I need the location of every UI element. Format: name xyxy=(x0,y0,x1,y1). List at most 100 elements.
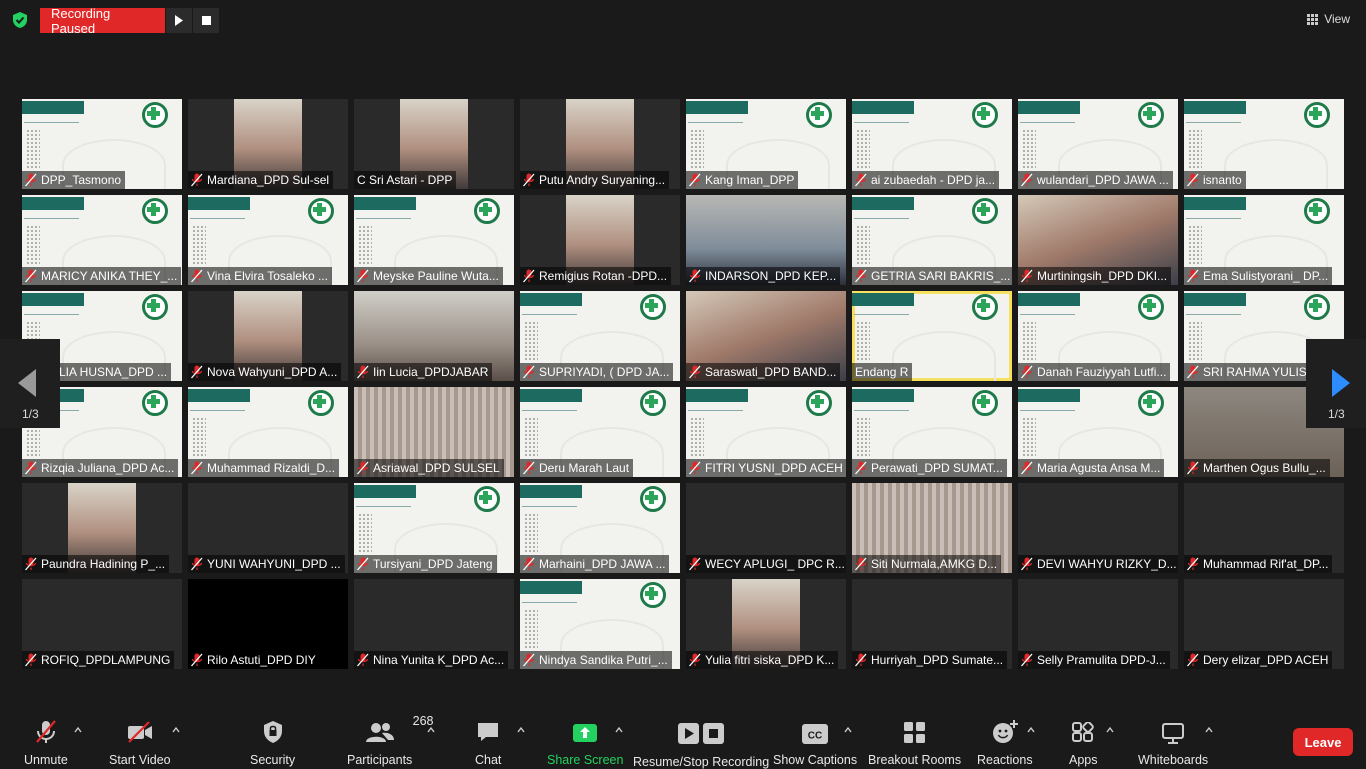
participant-name: Yulia fitri siska_DPD K... xyxy=(705,653,835,667)
participant-tile[interactable]: DPP_Tasmono xyxy=(22,99,182,189)
video-gallery: DPP_Tasmono Mardiana_DPD Sul-sel C Sri Ast… xyxy=(22,99,1344,669)
participant-name: Murtiningsih_DPD DKI... xyxy=(1037,269,1168,283)
caret-up-icon[interactable] xyxy=(844,726,852,734)
participant-tile[interactable]: DEVI WAHYU RIZKY_D... xyxy=(1018,483,1178,573)
participant-tile[interactable]: Muhammad Rif'at_DP... xyxy=(1184,483,1344,573)
participant-name-tag: Danah Fauziyyah Lutfi... xyxy=(1018,363,1171,381)
participant-tile[interactable]: WECY APLUGI_ DPC R... xyxy=(686,483,846,573)
caret-up-icon[interactable] xyxy=(1027,726,1035,734)
participant-tile[interactable]: Selly Pramulita DPD-J... xyxy=(1018,579,1178,669)
caret-up-icon[interactable] xyxy=(1106,726,1114,734)
participant-tile[interactable]: INDARSON_DPD KEP... xyxy=(686,195,846,285)
unmute-button[interactable]: Unmute xyxy=(24,720,68,767)
participant-tile[interactable]: Endang R xyxy=(852,291,1012,381)
security-button[interactable]: Security xyxy=(250,720,295,767)
participant-tile[interactable]: Vina Elvira Tosaleko ... xyxy=(188,195,348,285)
shield-icon[interactable] xyxy=(11,11,29,29)
participant-tile[interactable]: Nova Wahyuni_DPD A... xyxy=(188,291,348,381)
whiteboards-button[interactable]: Whiteboards xyxy=(1138,720,1208,767)
participant-tile[interactable]: Nina Yunita K_DPD Ac... xyxy=(354,579,514,669)
leave-button[interactable]: Leave xyxy=(1293,728,1353,756)
participant-tile[interactable]: ai zubaedah - DPD ja... xyxy=(852,99,1012,189)
logo-icon xyxy=(806,390,832,416)
caret-up-icon[interactable] xyxy=(427,726,435,734)
mic-muted-icon xyxy=(191,173,203,187)
participant-tile[interactable]: Putu Andry Suryaning... xyxy=(520,99,680,189)
participant-name: MARICY ANIKA THEY_... xyxy=(41,269,178,283)
participant-name: isnanto xyxy=(1203,173,1242,187)
participants-button[interactable]: 268 Participants xyxy=(347,714,434,767)
grid-view-icon xyxy=(1307,13,1319,25)
share-screen-label: Share Screen xyxy=(547,753,624,767)
chat-button[interactable]: Chat xyxy=(475,720,501,767)
caret-up-icon[interactable] xyxy=(74,726,82,734)
participant-tile[interactable]: Ema Sulistyorani_ DP... xyxy=(1184,195,1344,285)
caret-up-icon[interactable] xyxy=(517,726,525,734)
participant-name: Dery elizar_DPD ACEH xyxy=(1203,653,1329,667)
participant-tile[interactable]: ROFIQ_DPDLAMPUNG xyxy=(22,579,182,669)
caret-up-icon[interactable] xyxy=(615,726,623,734)
apps-button[interactable]: Apps xyxy=(1069,720,1098,767)
participant-tile[interactable]: Murtiningsih_DPD DKI... xyxy=(1018,195,1178,285)
participant-tile[interactable]: YUNI WAHYUNI_DPD ... xyxy=(188,483,348,573)
participant-tile[interactable]: Hurriyah_DPD Sumate... xyxy=(852,579,1012,669)
participant-name-tag: ai zubaedah - DPD ja... xyxy=(852,171,1000,189)
participant-tile[interactable]: Saraswati_DPD BAND... xyxy=(686,291,846,381)
breakout-rooms-button[interactable]: Breakout Rooms xyxy=(868,720,961,767)
stop-recording-button[interactable] xyxy=(192,8,219,33)
participant-tile[interactable]: GETRIA SARI BAKRIS_... xyxy=(852,195,1012,285)
participant-tile[interactable]: MARICY ANIKA THEY_... xyxy=(22,195,182,285)
share-screen-button[interactable]: Share Screen xyxy=(547,720,623,767)
participant-tile[interactable]: Deru Marah Laut xyxy=(520,387,680,477)
participant-tile[interactable]: Kang Iman_DPP xyxy=(686,99,846,189)
participant-name-tag: Selly Pramulita DPD-J... xyxy=(1018,651,1170,669)
logo-icon xyxy=(640,390,666,416)
participant-name-tag: FITRI YUSNI_DPD ACEH xyxy=(686,459,846,477)
participant-name-tag: SRI RAHMA YULIS xyxy=(1184,363,1311,381)
participant-tile[interactable]: Yulia fitri siska_DPD K... xyxy=(686,579,846,669)
participant-tile[interactable]: C Sri Astari - DPP xyxy=(354,99,514,189)
participant-tile[interactable]: Iin Lucia_DPDJABAR xyxy=(354,291,514,381)
participant-tile[interactable]: Rilo Astuti_DPD DIY xyxy=(188,579,348,669)
page-indicator-right: 1/3 xyxy=(1328,407,1345,421)
participant-name: Rilo Astuti_DPD DIY xyxy=(207,653,316,667)
resume-recording-button[interactable] xyxy=(165,8,192,33)
participant-tile[interactable]: Meyske Pauline Wuta... xyxy=(354,195,514,285)
participant-name-tag: Kang Iman_DPP xyxy=(686,171,799,189)
next-page-button[interactable]: 1/3 xyxy=(1306,339,1366,428)
caret-up-icon[interactable] xyxy=(172,726,180,734)
participant-tile[interactable]: Paundra Hadining P_... xyxy=(22,483,182,573)
participant-tile[interactable]: Dery elizar_DPD ACEH xyxy=(1184,579,1344,669)
participant-tile[interactable]: Asriawal_DPD SULSEL xyxy=(354,387,514,477)
logo-icon xyxy=(972,198,998,224)
caret-up-icon[interactable] xyxy=(1205,726,1213,734)
reactions-button[interactable]: Reactions xyxy=(977,720,1033,767)
stop-icon xyxy=(201,16,211,25)
logo-icon xyxy=(972,390,998,416)
previous-page-button[interactable]: 1/3 xyxy=(0,339,60,428)
participant-tile[interactable]: Danah Fauziyyah Lutfi... xyxy=(1018,291,1178,381)
participant-tile[interactable]: Nindya Sandika Putri_... xyxy=(520,579,680,669)
resume-stop-recording-button[interactable]: Resume/Stop Recording xyxy=(633,720,769,769)
participant-tile[interactable]: FITRI YUSNI_DPD ACEH xyxy=(686,387,846,477)
participant-tile[interactable]: Muhammad Rizaldi_D... xyxy=(188,387,348,477)
participant-tile[interactable]: Tursiyani_DPD Jateng xyxy=(354,483,514,573)
participant-name-tag: GETRIA SARI BAKRIS_... xyxy=(852,267,1012,285)
whiteboards-label: Whiteboards xyxy=(1138,753,1209,767)
captions-icon: CC xyxy=(802,724,829,744)
mic-muted-icon xyxy=(1187,461,1199,475)
participant-tile[interactable]: isnanto xyxy=(1184,99,1344,189)
logo-icon xyxy=(1138,390,1164,416)
participant-tile[interactable]: Marhaini_DPD JAWA ... xyxy=(520,483,680,573)
participant-tile[interactable]: Perawati_DPD SUMAT... xyxy=(852,387,1012,477)
participant-tile[interactable]: SUPRIYADI, ( DPD JA... xyxy=(520,291,680,381)
mic-muted-icon xyxy=(689,653,701,667)
view-button[interactable]: View xyxy=(1301,9,1356,29)
participant-tile[interactable]: Remigius Rotan -DPD... xyxy=(520,195,680,285)
participant-tile[interactable]: Siti Nurmala,AMKG D... xyxy=(852,483,1012,573)
participants-label: Participants xyxy=(347,753,413,767)
participant-tile[interactable]: wulandari_DPD JAWA ... xyxy=(1018,99,1178,189)
participant-tile[interactable]: Mardiana_DPD Sul-sel xyxy=(188,99,348,189)
participant-tile[interactable]: Maria Agusta Ansa M... xyxy=(1018,387,1178,477)
start-video-button[interactable]: Start Video xyxy=(109,720,171,767)
